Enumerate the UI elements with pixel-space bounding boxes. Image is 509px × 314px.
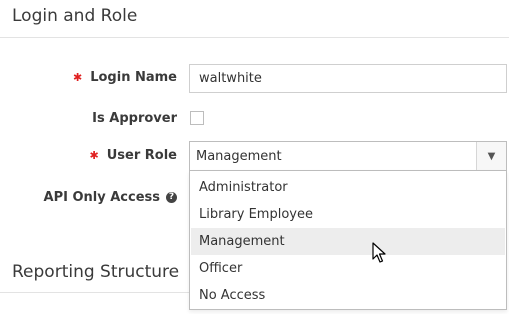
user-role-selected-value: Management [196,149,282,164]
login-name-label-text: Login Name [90,70,177,85]
section-divider [0,292,189,293]
section-title-login-and-role: Login and Role [12,6,138,26]
section-title-reporting-structure: Reporting Structure [12,262,180,282]
dropdown-option[interactable]: Management [191,228,505,255]
is-approver-checkbox[interactable] [190,111,204,125]
api-only-access-label-text: API Only Access [43,190,160,205]
user-role-label: ✱ User Role [90,148,177,163]
required-asterisk-icon: ✱ [89,149,99,162]
mouse-pointer-icon [372,242,386,263]
user-role-dropdown-list: Administrator Library Employee Managemen… [189,171,507,310]
question-circle-icon[interactable]: ? [166,192,177,203]
dropdown-option[interactable]: Officer [191,255,505,282]
dropdown-option[interactable]: Administrator [191,174,505,201]
dropdown-option[interactable]: Library Employee [191,201,505,228]
is-approver-label-text: Is Approver [92,111,177,126]
required-asterisk-icon: ✱ [73,71,83,84]
login-name-label: ✱ Login Name [73,70,177,85]
user-role-select[interactable]: Management ▼ [189,141,507,171]
section-divider [0,37,509,38]
is-approver-label: Is Approver [92,111,177,126]
dropdown-option[interactable]: No Access [191,282,505,309]
chevron-down-icon[interactable]: ▼ [476,142,506,170]
login-name-input[interactable] [189,64,507,93]
user-role-label-text: User Role [106,148,177,163]
api-only-access-label: API Only Access ? [44,190,177,205]
